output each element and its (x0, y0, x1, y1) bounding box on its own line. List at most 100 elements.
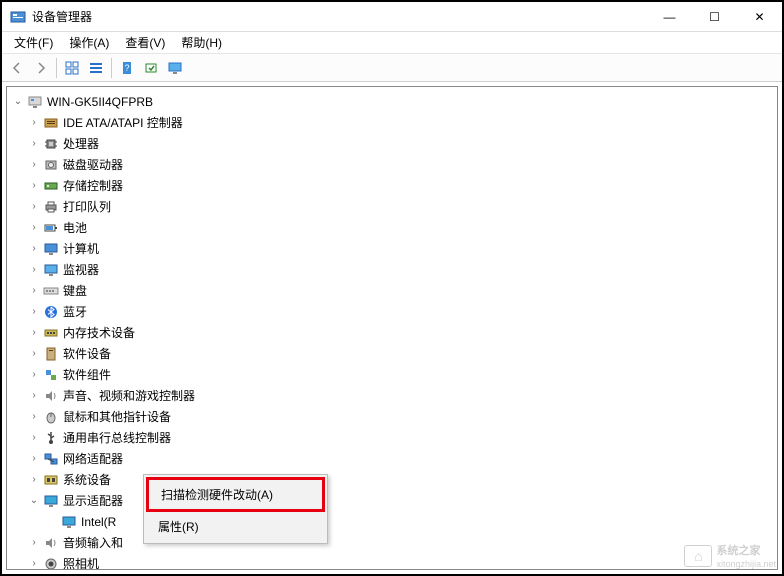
tree-label: 声音、视频和游戏控制器 (63, 387, 195, 404)
tree-item[interactable]: ›音频输入和 (7, 532, 777, 553)
app-icon (10, 9, 26, 25)
expander-icon[interactable]: › (27, 243, 41, 254)
expander-icon[interactable]: › (27, 390, 41, 401)
device-tree[interactable]: ⌄ WIN-GK5II4QFPRB › IDE ATA/ATAPI 控制器 › 处理器… (6, 86, 778, 570)
expander-icon[interactable]: › (27, 411, 41, 422)
tree-item[interactable]: › IDE ATA/ATAPI 控制器 (7, 112, 777, 133)
tree-item[interactable]: ›键盘 (7, 280, 777, 301)
watermark-sub: xitongzhijia.net (716, 559, 776, 569)
expander-icon[interactable]: › (27, 432, 41, 443)
menu-help[interactable]: 帮助(H) (173, 32, 230, 53)
tree-item[interactable]: ⌄ 显示适配器 (7, 490, 777, 511)
tree-label: 软件设备 (63, 345, 111, 362)
scan-button[interactable] (140, 57, 162, 79)
tree-label: 显示适配器 (63, 492, 123, 509)
tree-item[interactable]: › 存储控制器 (7, 175, 777, 196)
ctx-properties[interactable]: 属性(R) (146, 512, 325, 541)
tree-item[interactable]: › 蓝牙 (7, 301, 777, 322)
display-icon (61, 514, 77, 530)
tree-label: 系统设备 (63, 471, 111, 488)
mouse-icon (43, 409, 59, 425)
system-icon (43, 472, 59, 488)
tree-item[interactable]: ›磁盘驱动器 (7, 154, 777, 175)
menu-file[interactable]: 文件(F) (6, 32, 61, 53)
expander-icon[interactable]: › (27, 201, 41, 212)
help-button[interactable]: ? (116, 57, 138, 79)
expander-icon[interactable]: › (27, 474, 41, 485)
view-list-button[interactable] (85, 57, 107, 79)
toolbar-separator (56, 58, 57, 78)
computer-icon (27, 94, 43, 110)
expander-icon[interactable]: › (27, 453, 41, 464)
tree-label: 通用串行总线控制器 (63, 429, 171, 446)
tree-label: 照相机 (63, 555, 99, 570)
tree-root[interactable]: ⌄ WIN-GK5II4QFPRB (7, 91, 777, 112)
tree-item[interactable]: ›网络适配器 (7, 448, 777, 469)
menu-view[interactable]: 查看(V) (117, 32, 173, 53)
expander-icon[interactable]: › (27, 180, 41, 191)
expander-icon[interactable]: › (27, 327, 41, 338)
tree-label: 处理器 (63, 135, 99, 152)
camera-icon (43, 556, 59, 571)
tree-item[interactable]: › 系统设备 (7, 469, 777, 490)
computer-icon (43, 241, 59, 257)
tree-item[interactable]: › 照相机 (7, 553, 777, 570)
expander-icon[interactable]: › (27, 537, 41, 548)
tree-item[interactable]: › 内存技术设备 (7, 322, 777, 343)
expander-icon[interactable]: › (27, 558, 41, 569)
audio-icon (43, 535, 59, 551)
keyboard-icon (43, 283, 59, 299)
expander-icon[interactable]: › (27, 285, 41, 296)
expander-icon[interactable]: › (27, 222, 41, 233)
component-icon (43, 367, 59, 383)
memory-icon (43, 325, 59, 341)
tree-item[interactable]: ›计算机 (7, 238, 777, 259)
tree-item[interactable]: › 通用串行总线控制器 (7, 427, 777, 448)
forward-button[interactable] (30, 57, 52, 79)
maximize-button[interactable]: ☐ (692, 3, 737, 31)
tree-label: IDE ATA/ATAPI 控制器 (63, 114, 183, 131)
ide-icon (43, 115, 59, 131)
minimize-button[interactable]: — (647, 3, 692, 31)
tree-label: 蓝牙 (63, 303, 87, 320)
tree-item[interactable]: › 声音、视频和游戏控制器 (7, 385, 777, 406)
expander-icon[interactable]: › (27, 369, 41, 380)
expander-icon[interactable]: › (27, 159, 41, 170)
tree-item[interactable]: ›打印队列 (7, 196, 777, 217)
disk-icon (43, 157, 59, 173)
ctx-scan-hardware[interactable]: 扫描检测硬件改动(A) (146, 477, 325, 512)
display-icon (43, 493, 59, 509)
view-grid-button[interactable] (61, 57, 83, 79)
menu-action[interactable]: 操作(A) (61, 32, 117, 53)
expander-icon[interactable]: › (27, 348, 41, 359)
tree-item[interactable]: Intel(R (7, 511, 777, 532)
storage-icon (43, 178, 59, 194)
tree-item[interactable]: › 软件设备 (7, 343, 777, 364)
sound-icon (43, 388, 59, 404)
expander-icon[interactable]: › (27, 138, 41, 149)
back-button[interactable] (6, 57, 28, 79)
tree-label: 内存技术设备 (63, 324, 135, 341)
tree-item[interactable]: › 软件组件 (7, 364, 777, 385)
tree-label: WIN-GK5II4QFPRB (47, 95, 153, 109)
tree-item[interactable]: › 鼠标和其他指针设备 (7, 406, 777, 427)
software-icon (43, 346, 59, 362)
menubar: 文件(F) 操作(A) 查看(V) 帮助(H) (2, 32, 782, 54)
tree-item[interactable]: › 处理器 (7, 133, 777, 154)
tree-label: 鼠标和其他指针设备 (63, 408, 171, 425)
expander-icon[interactable]: › (27, 306, 41, 317)
cpu-icon (43, 136, 59, 152)
expander-icon[interactable]: › (27, 117, 41, 128)
tree-label: 软件组件 (63, 366, 111, 383)
watermark-text: 系统之家 (716, 545, 760, 557)
expander-icon[interactable]: ⌄ (27, 495, 41, 506)
tree-item[interactable]: › 电池 (7, 217, 777, 238)
screen-button[interactable] (164, 57, 186, 79)
usb-icon (43, 430, 59, 446)
tree-label: 电池 (63, 219, 87, 236)
expander-icon[interactable]: › (27, 264, 41, 275)
expander-icon[interactable]: ⌄ (11, 96, 25, 107)
tree-item[interactable]: ›监视器 (7, 259, 777, 280)
tree-label: 存储控制器 (63, 177, 123, 194)
close-button[interactable]: ✕ (737, 3, 782, 31)
